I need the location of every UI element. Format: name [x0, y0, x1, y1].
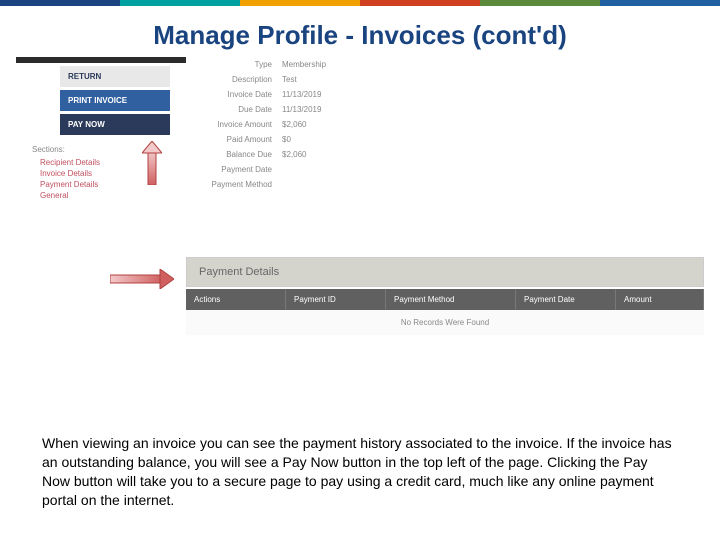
detail-label: Balance Due — [186, 150, 282, 159]
arrow-to-paynow-icon — [142, 141, 162, 185]
return-button[interactable]: RETURN — [60, 66, 170, 87]
section-link[interactable]: Payment Details — [40, 180, 186, 189]
detail-label: Paid Amount — [186, 135, 282, 144]
detail-value: 11/13/2019 — [282, 90, 321, 99]
section-link[interactable]: Invoice Details — [40, 169, 186, 178]
detail-row: Due Date11/13/2019 — [186, 102, 704, 117]
detail-label: Due Date — [186, 105, 282, 114]
detail-label: Type — [186, 60, 282, 69]
arrow-to-payment-details-icon — [110, 269, 174, 289]
detail-label: Description — [186, 75, 282, 84]
table-empty-message: No Records Were Found — [186, 310, 704, 335]
table-header: Amount — [616, 289, 704, 310]
page-title: Manage Profile - Invoices (cont'd) — [0, 6, 720, 57]
top-color-bar — [0, 0, 720, 6]
payment-details-header: Payment Details — [186, 257, 704, 287]
detail-row: Payment Method — [186, 177, 704, 192]
detail-label: Invoice Date — [186, 90, 282, 99]
section-link[interactable]: General — [40, 191, 186, 200]
table-header-row: Actions Payment ID Payment Method Paymen… — [186, 289, 704, 310]
detail-row: Paid Amount$0 — [186, 132, 704, 147]
invoice-details: TypeMembership DescriptionTest Invoice D… — [186, 57, 704, 192]
detail-value: $2,060 — [282, 150, 306, 159]
table-header: Actions — [186, 289, 286, 310]
detail-value: $0 — [282, 135, 291, 144]
detail-value: Test — [282, 75, 297, 84]
table-header: Payment ID — [286, 289, 386, 310]
payment-table: Actions Payment ID Payment Method Paymen… — [186, 289, 704, 335]
app-screenshot: RETURN PRINT INVOICE PAY NOW Sections: R… — [16, 57, 704, 357]
dark-header-strip — [16, 57, 186, 63]
detail-row: Invoice Amount$2,060 — [186, 117, 704, 132]
detail-row: TypeMembership — [186, 57, 704, 72]
section-link[interactable]: Recipient Details — [40, 158, 186, 167]
detail-label: Invoice Amount — [186, 120, 282, 129]
detail-value: $2,060 — [282, 120, 306, 129]
pay-now-button[interactable]: PAY NOW — [60, 114, 170, 135]
slide-caption: When viewing an invoice you can see the … — [42, 434, 678, 510]
detail-value: Membership — [282, 60, 326, 69]
detail-label: Payment Method — [186, 180, 282, 189]
detail-row: DescriptionTest — [186, 72, 704, 87]
detail-row: Payment Date — [186, 162, 704, 177]
print-invoice-button[interactable]: PRINT INVOICE — [60, 90, 170, 111]
sections-label: Sections: — [32, 145, 186, 154]
detail-label: Payment Date — [186, 165, 282, 174]
table-header: Payment Method — [386, 289, 516, 310]
detail-value: 11/13/2019 — [282, 105, 321, 114]
table-header: Payment Date — [516, 289, 616, 310]
detail-row: Balance Due$2,060 — [186, 147, 704, 162]
detail-row: Invoice Date11/13/2019 — [186, 87, 704, 102]
